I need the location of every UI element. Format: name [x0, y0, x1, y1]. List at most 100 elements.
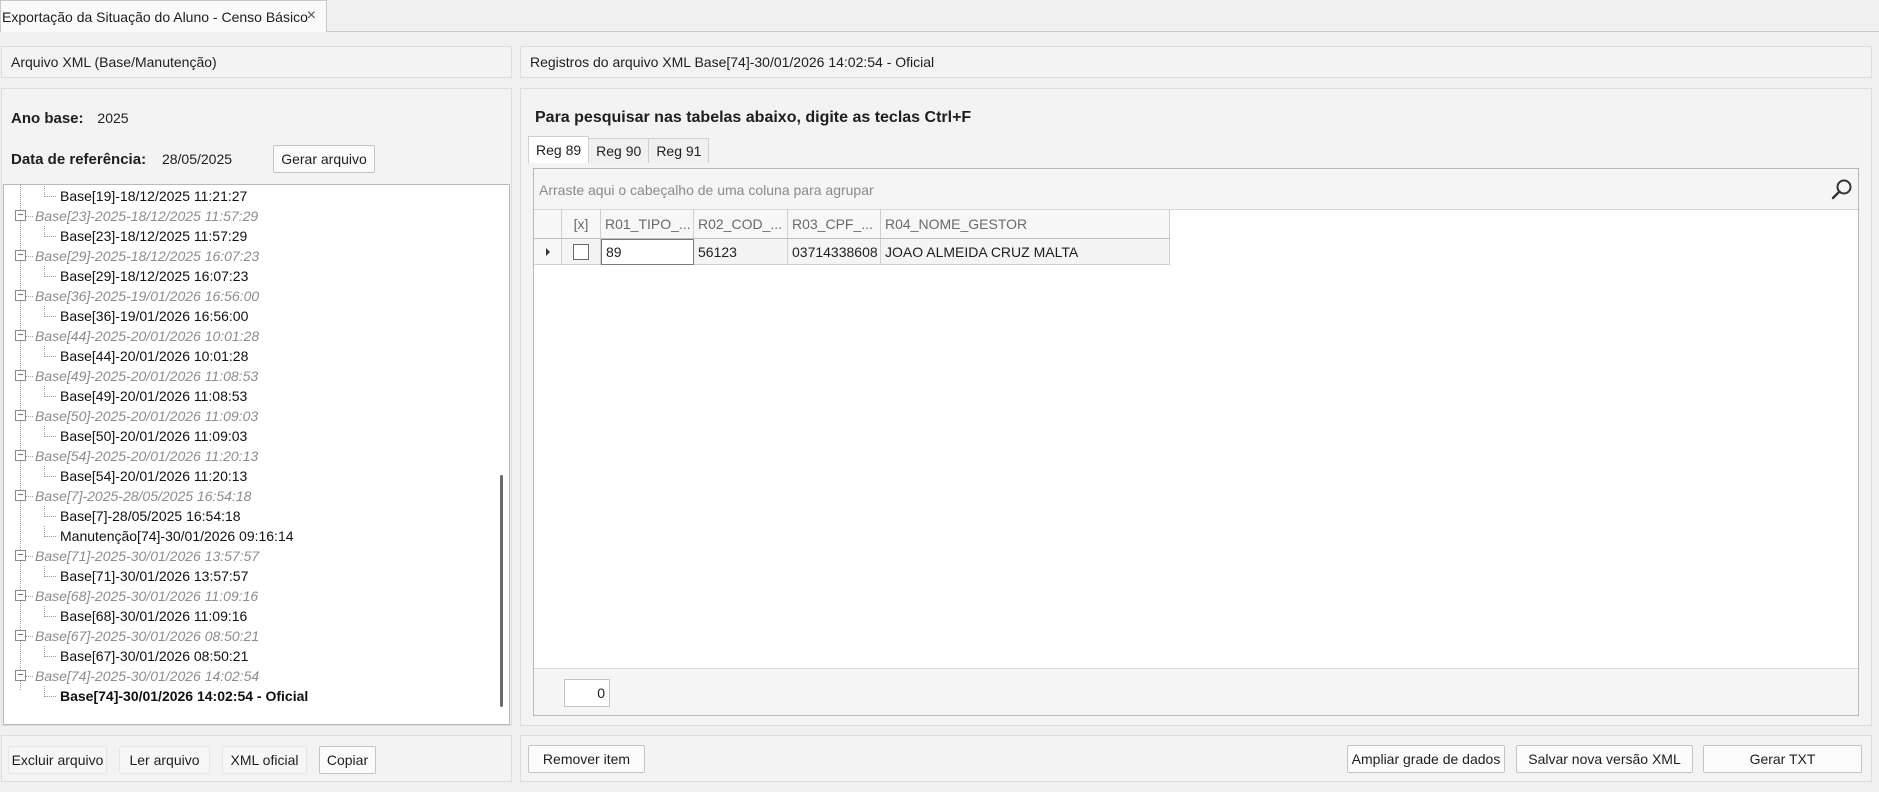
- column-header-select[interactable]: [x]: [562, 210, 601, 239]
- search-icon[interactable]: [1830, 177, 1854, 201]
- tree-connector: [26, 676, 33, 677]
- tree-node-label: Base[7]-2025-28/05/2025 16:54:18: [35, 488, 252, 504]
- collapse-icon[interactable]: −: [15, 590, 26, 601]
- tree-connector: [44, 576, 56, 577]
- row-indicator[interactable]: [534, 239, 562, 265]
- gerar-txt-button[interactable]: Gerar TXT: [1703, 745, 1862, 773]
- table-row-select-cell[interactable]: [562, 239, 601, 265]
- tree-connector: [26, 456, 33, 457]
- ler-arquivo-button[interactable]: Ler arquivo: [119, 746, 210, 774]
- tree-node-label: Base[67]-30/01/2026 08:50:21: [60, 648, 249, 664]
- tree-node-label: Base[54]-20/01/2026 11:20:13: [60, 468, 248, 484]
- salvar-versao-xml-button[interactable]: Salvar nova versão XML: [1516, 745, 1693, 773]
- table-cell-r04[interactable]: JOAO ALMEIDA CRUZ MALTA: [881, 239, 1170, 265]
- tree-connector: [26, 596, 33, 597]
- column-header-r02[interactable]: R02_COD_...: [694, 210, 788, 239]
- column-header-r04[interactable]: R04_NOME_GESTOR: [881, 210, 1170, 239]
- tree-scrollbar[interactable]: [491, 185, 509, 724]
- tree-node-label: Base[23]-18/12/2025 11:57:29: [60, 228, 248, 244]
- tree-node-label: Base[36]-19/01/2026 16:56:00: [60, 308, 249, 324]
- row-indicator-header: [534, 210, 562, 239]
- tree-node-label: Base[71]-2025-30/01/2026 13:57:57: [35, 548, 260, 564]
- collapse-icon[interactable]: −: [15, 490, 26, 501]
- tree-node-label: Base[19]-18/12/2025 11:21:27: [60, 188, 248, 204]
- tree-node-label: Base[49]-20/01/2026 11:08:53: [60, 388, 248, 404]
- tree-node-label: Base[29]-2025-18/12/2025 16:07:23: [35, 248, 260, 264]
- record-count: 0: [564, 679, 610, 707]
- row-checkbox[interactable]: [573, 243, 589, 260]
- tree-connector: [26, 296, 33, 297]
- tree-node-label: Manutenção[74]-30/01/2026 09:16:14: [60, 528, 294, 544]
- tree-node-label: Base[74]-2025-30/01/2026 14:02:54: [35, 668, 260, 684]
- data-ref-label: Data de referência:: [11, 151, 147, 168]
- tree-connector: [44, 656, 56, 657]
- tree-connector: [44, 356, 56, 357]
- document-tabstrip: Exportação da Situação do Aluno - Censo …: [0, 0, 1879, 32]
- tree-node-label: Base[44]-2025-20/01/2026 10:01:28: [35, 328, 260, 344]
- ano-base-label: Ano base:: [11, 110, 84, 127]
- tab-reg-90[interactable]: Reg 90: [588, 138, 650, 163]
- collapse-icon[interactable]: −: [15, 550, 26, 561]
- xml-file-tree[interactable]: Base[19]-18/12/2025 11:21:27− Base[23]-20…: [3, 184, 510, 725]
- data-ref-row: Data de referência: 28/05/2025: [11, 151, 232, 168]
- document-tab-title: Exportação da Situação do Aluno - Censo …: [2, 8, 308, 25]
- tree-connector: [26, 556, 33, 557]
- tree-connector: [44, 476, 56, 477]
- current-row-arrow-icon: [545, 247, 550, 256]
- group-by-placeholder: Arraste aqui o cabeçalho de uma coluna p…: [539, 182, 874, 198]
- column-header-r03[interactable]: R03_CPF_...: [788, 210, 881, 239]
- collapse-icon[interactable]: −: [15, 410, 26, 421]
- tree-connector: [44, 196, 56, 197]
- tree-node-label: Base[54]-2025-20/01/2026 11:20:13: [35, 448, 259, 464]
- tree-connector: [44, 616, 56, 617]
- table-cell-r03[interactable]: 03714338608: [788, 239, 881, 265]
- grid-footer: 0: [534, 668, 1858, 715]
- ano-base-value: 2025: [97, 110, 129, 126]
- left-group-header: Arquivo XML (Base/Manutenção): [1, 46, 512, 78]
- tree-connector: [44, 696, 56, 697]
- copiar-button[interactable]: Copiar: [319, 746, 376, 774]
- collapse-icon[interactable]: −: [15, 210, 26, 221]
- collapse-icon[interactable]: −: [15, 330, 26, 341]
- gerar-arquivo-button[interactable]: Gerar arquivo: [273, 145, 375, 173]
- data-ref-value: 28/05/2025: [161, 151, 233, 167]
- collapse-icon[interactable]: −: [15, 450, 26, 461]
- table-cell-r02[interactable]: 56123: [694, 239, 788, 265]
- tree-connector: [26, 376, 33, 377]
- tree-node-label: Base[44]-20/01/2026 10:01:28: [60, 348, 249, 364]
- table-cell-r01[interactable]: 89: [601, 239, 694, 265]
- collapse-icon[interactable]: −: [15, 370, 26, 381]
- tab-reg-89[interactable]: Reg 89: [528, 136, 590, 163]
- remover-item-button[interactable]: Remover item: [528, 745, 645, 773]
- tree-node-label: Base[71]-30/01/2026 13:57:57: [60, 568, 249, 584]
- column-header-r01[interactable]: R01_TIPO_...: [601, 210, 694, 239]
- xml-oficial-button[interactable]: XML oficial: [222, 746, 307, 774]
- excluir-arquivo-button[interactable]: Excluir arquivo: [8, 746, 107, 774]
- tree-connector: [44, 276, 56, 277]
- tree-node-label: Base[67]-2025-30/01/2026 08:50:21: [35, 628, 260, 644]
- right-group-header: Registros do arquivo XML Base[74]-30/01/…: [520, 46, 1872, 78]
- group-by-bar[interactable]: Arraste aqui o cabeçalho de uma coluna p…: [534, 169, 1858, 210]
- collapse-icon[interactable]: −: [15, 250, 26, 261]
- close-icon[interactable]: ×: [307, 7, 316, 25]
- tree-node-label: Base[68]-30/01/2026 11:09:16: [60, 608, 248, 624]
- tree-node-label: Base[23]-2025-18/12/2025 11:57:29: [35, 208, 259, 224]
- tree-connector: [26, 496, 33, 497]
- ampliar-grade-button[interactable]: Ampliar grade de dados: [1347, 745, 1505, 773]
- tree-connector: [44, 316, 56, 317]
- tree-node-label: Base[29]-18/12/2025 16:07:23: [60, 268, 249, 284]
- tree-connector: [44, 436, 56, 437]
- ano-base-row: Ano base: 2025: [11, 110, 129, 127]
- tree-connector: [44, 516, 56, 517]
- tab-reg-91[interactable]: Reg 91: [648, 138, 710, 163]
- tree-connector: [44, 396, 56, 397]
- collapse-icon[interactable]: −: [15, 630, 26, 641]
- collapse-icon[interactable]: −: [15, 670, 26, 681]
- tree-connector: [26, 256, 33, 257]
- collapse-icon[interactable]: −: [15, 290, 26, 301]
- document-tab[interactable]: Exportação da Situação do Aluno - Censo …: [0, 0, 327, 32]
- tree-scrollbar-thumb[interactable]: [500, 475, 503, 707]
- tree-node-label: Base[50]-20/01/2026 11:09:03: [60, 428, 248, 444]
- tree-connector: [44, 536, 56, 537]
- tree-node-label: Base[68]-2025-30/01/2026 11:09:16: [35, 588, 259, 604]
